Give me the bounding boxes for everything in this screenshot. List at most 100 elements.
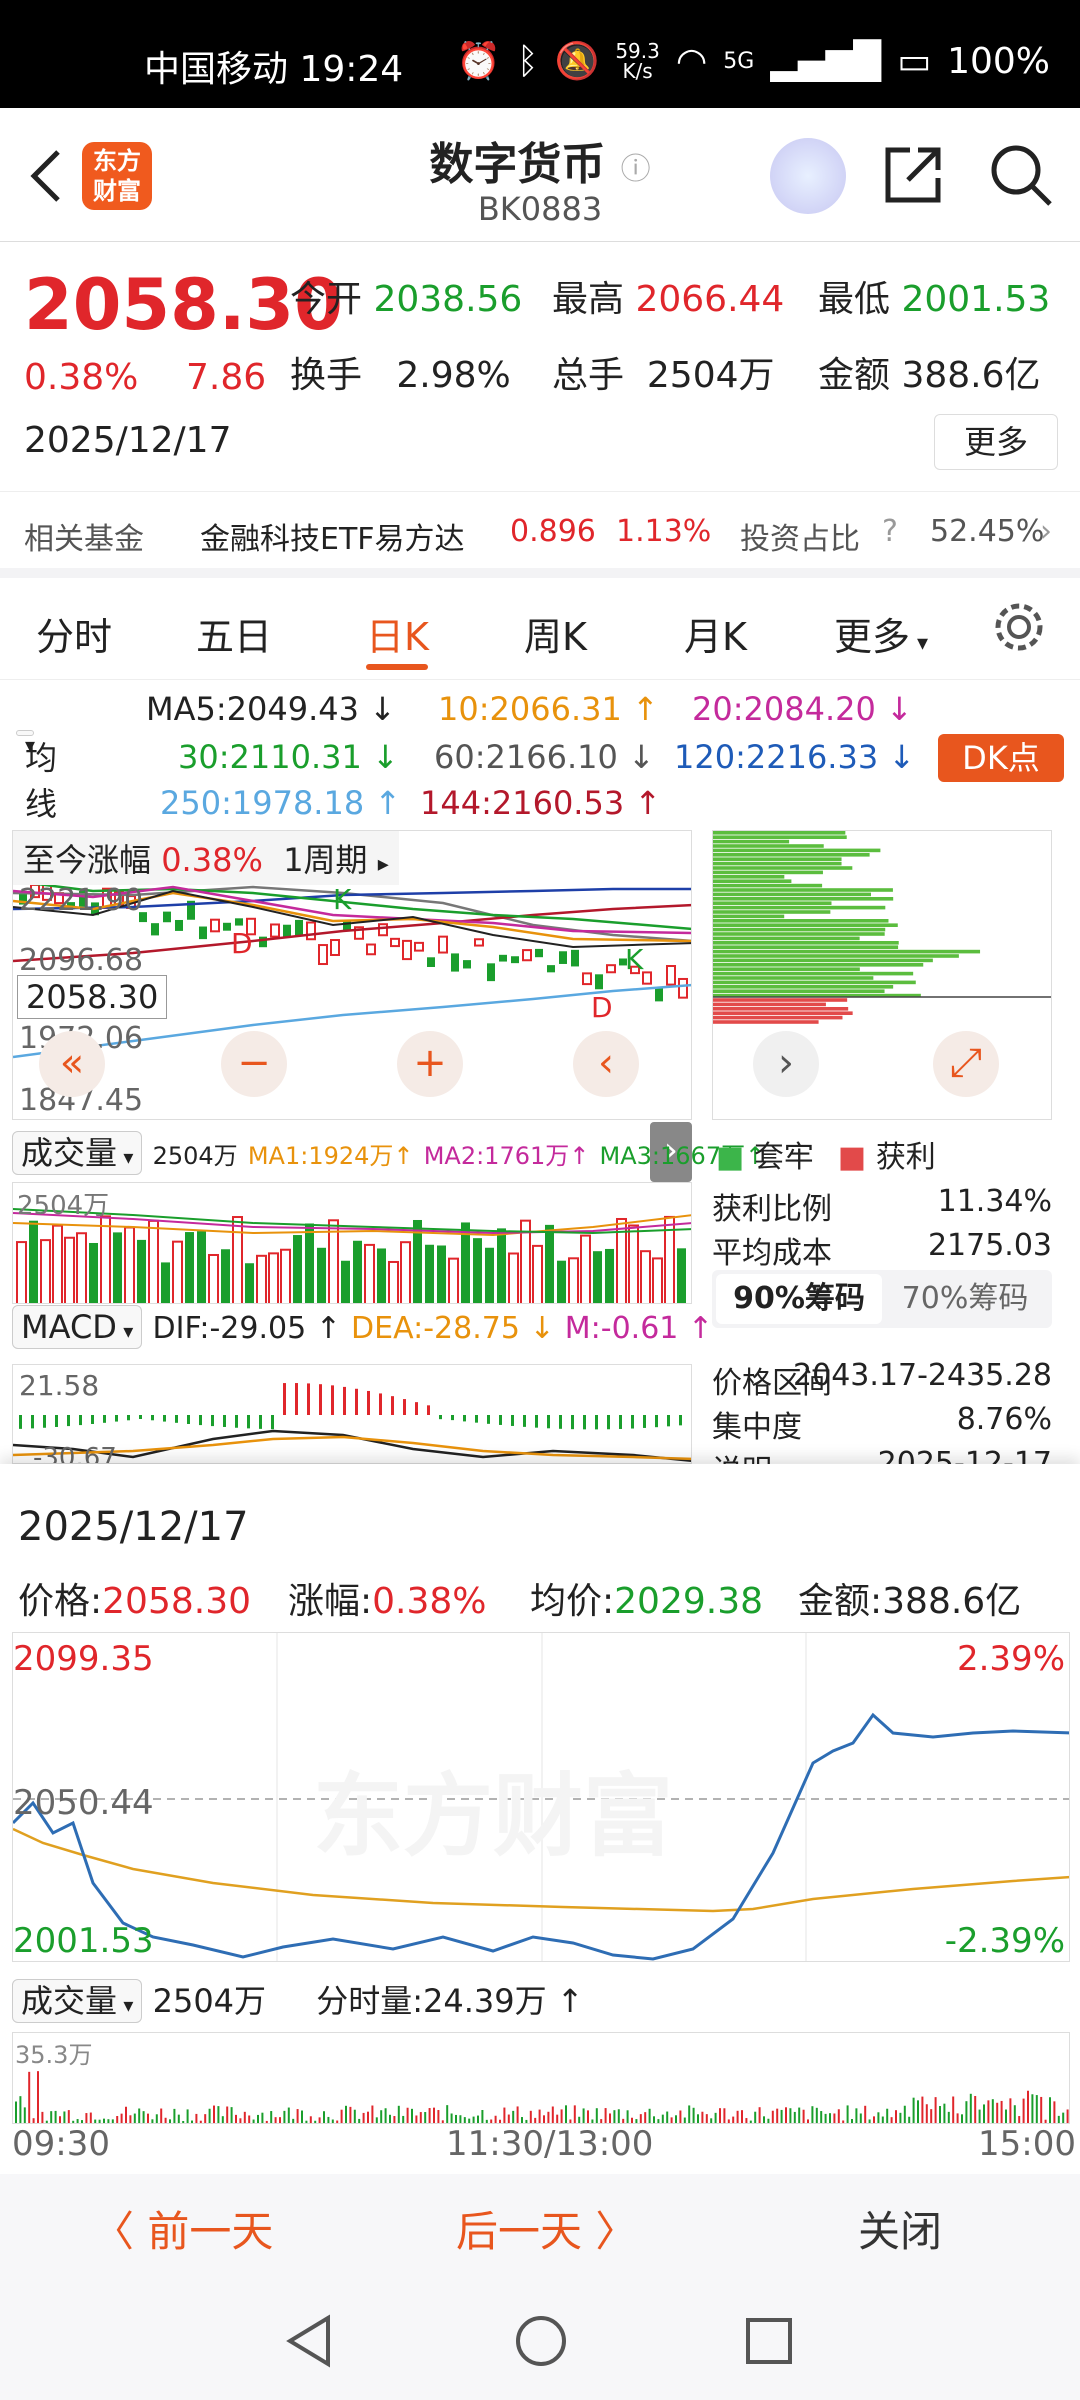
prev-day-button[interactable]: 〈 前一天 — [92, 2198, 273, 2259]
volume-selector-dropdown[interactable]: 成交量 ▾ — [12, 1131, 143, 1175]
intraday-volume-bar — [991, 2099, 994, 2123]
share-icon[interactable] — [882, 144, 944, 206]
volume-bar — [532, 1244, 543, 1303]
intraday-volume-bar — [811, 2106, 814, 2123]
macd-chart[interactable]: 21.58 -30.67 — [12, 1364, 692, 1464]
range-change-chip[interactable]: 至今涨幅 0.38% 1周期 ▸ — [13, 831, 399, 885]
macd-bar — [619, 1415, 622, 1429]
intraday-volume-bar — [424, 2112, 427, 2123]
ai-assistant-avatar[interactable] — [770, 138, 846, 214]
intraday-volume-bar — [54, 2110, 57, 2123]
macd-bar — [547, 1415, 550, 1429]
nav-recents-icon[interactable] — [744, 2316, 794, 2366]
related-fund-row[interactable]: 相关基金 金融科技ETF易方达 0.896 1.13% 投资占比 ? 52.45… — [0, 492, 1080, 578]
intraday-volume-bar — [961, 2114, 963, 2123]
more-button[interactable]: 更多 — [934, 414, 1058, 470]
nav-back-icon[interactable] — [284, 2314, 334, 2368]
volume-bar — [485, 1247, 494, 1303]
macd-selector-dropdown[interactable]: MACD ▾ — [12, 1305, 143, 1349]
scroll-left-button[interactable]: ‹ — [573, 1031, 639, 1097]
tab-chip-90[interactable]: 90%筹码 — [716, 1274, 882, 1324]
zoom-in-button[interactable]: + — [397, 1031, 463, 1097]
chip-bar — [713, 870, 823, 875]
intraday-volume-bar — [556, 2114, 559, 2123]
ma-selector-dropdown[interactable]: 均线 ▾ — [16, 730, 57, 823]
intraday-volume-row: 成交量 ▾ 2504万 分时量:24.39万 ↑ — [12, 1976, 584, 2023]
macd-bar — [391, 1396, 394, 1415]
macd-bar — [415, 1402, 418, 1415]
scroll-right-button[interactable]: › — [753, 1031, 819, 1097]
moving-average-legend: MA5:2049.43 ↓ 10:2066.31 ↑ 20:2084.20 ↓ … — [0, 680, 1080, 830]
macd-bar — [319, 1384, 322, 1415]
ma5-label: MA5:2049.43 ↓ — [146, 690, 396, 728]
zoom-out-button[interactable]: − — [221, 1031, 287, 1097]
volume-bar — [580, 1234, 591, 1303]
intraday-chart[interactable]: 东方财富 2099.35 2050.44 2001.53 2.39% -2.39… — [12, 1632, 1070, 1962]
volume-bar — [76, 1232, 87, 1303]
intraday-volume-bar — [120, 2113, 123, 2123]
macd-bar — [595, 1415, 598, 1430]
macd-bar — [667, 1415, 670, 1427]
candle — [463, 960, 471, 969]
intraday-volume-bar — [477, 2115, 479, 2123]
chip-bar — [713, 879, 792, 883]
quote-panel: 2058.30 0.38% 7.86 2025/12/17 今开 2038.56… — [0, 242, 1080, 492]
scroll-left-fast-button[interactable]: « — [39, 1031, 105, 1097]
tab-weekly-k[interactable]: 周K — [524, 606, 587, 661]
intraday-volume-bar — [402, 2115, 405, 2123]
info-icon[interactable]: ⓘ — [621, 152, 651, 187]
ma60-label: 60:2166.10 ↓ — [434, 738, 655, 776]
intraday-volume-bar — [908, 2116, 911, 2123]
intraday-volume-bar — [199, 2120, 202, 2123]
tab-more[interactable]: 更多 ▾ — [834, 606, 928, 661]
intraday-volume-bar — [732, 2116, 735, 2123]
ratio-value: 52.45% — [930, 514, 1045, 549]
intraday-volume-bar — [314, 2120, 317, 2123]
popup-date: 2025/12/17 — [18, 1504, 249, 1550]
time-end: 15:00 — [978, 2124, 1076, 2164]
intraday-volume-bar — [683, 2117, 686, 2123]
nav-home-icon[interactable] — [514, 2314, 568, 2368]
search-icon[interactable] — [988, 142, 1054, 208]
next-day-button[interactable]: 后一天 〉 — [456, 2198, 637, 2259]
volume-bar — [568, 1257, 579, 1303]
turnover-field: 换手 2.98% — [290, 355, 511, 396]
dk-point-button[interactable]: DK点 — [938, 734, 1064, 782]
intraday-volume-bar — [521, 2117, 523, 2123]
close-button[interactable]: 关闭 — [858, 2198, 942, 2259]
tab-intraday[interactable]: 分时 — [36, 606, 112, 661]
chip-distribution-chart[interactable]: › ⤢ — [712, 830, 1052, 1120]
candle — [487, 963, 495, 982]
fund-pct: 1.13% — [616, 514, 712, 549]
intraday-volume-bar — [186, 2109, 189, 2123]
price-range-row: 价格区间 2043.17-2435.28 — [712, 1358, 1052, 1401]
intraday-volume-bar — [345, 2105, 347, 2123]
intraday-volume-bar — [921, 2096, 924, 2123]
intraday-volume-bar — [1031, 2094, 1034, 2123]
tab-daily-k[interactable]: 日K — [366, 606, 429, 661]
macd-indicator-row: MACD ▾ DIF:-29.05 ↑ DEA:-28.75 ↓ M:-0.61… — [12, 1305, 713, 1349]
intraday-volume-bar — [705, 2114, 708, 2123]
tab-chip-70[interactable]: 70%筹码 — [882, 1274, 1048, 1324]
intraday-volume-bar — [318, 2117, 321, 2123]
macd-bar — [559, 1415, 562, 1429]
macd-bar — [235, 1415, 238, 1428]
kline-chart[interactable]: 至今涨幅 0.38% 1周期 ▸ 2221.90 2096.68 1972.06… — [12, 830, 692, 1120]
help-icon[interactable]: ? — [882, 514, 898, 549]
volume-bar — [64, 1236, 75, 1303]
tab-five-day[interactable]: 五日 — [196, 606, 272, 661]
intraday-volume-bar — [741, 2110, 743, 2123]
volume-bar — [172, 1240, 183, 1303]
intraday-volume-chart[interactable]: 35.3万 — [12, 2032, 1070, 2124]
expand-icon[interactable]: ⤢ — [933, 1031, 999, 1097]
volume-chart[interactable]: 2504万 — [12, 1182, 692, 1304]
intraday-volume-bar — [776, 2108, 779, 2123]
intraday-volume-dropdown[interactable]: 成交量 ▾ — [12, 1979, 143, 2023]
gear-icon[interactable] — [990, 598, 1048, 656]
intraday-volume-bar — [173, 2108, 176, 2123]
chip-bar — [713, 835, 847, 839]
tab-monthly-k[interactable]: 月K — [684, 606, 747, 661]
intraday-volume-bar — [868, 2119, 871, 2123]
kline-ylabel-2: 2096.68 — [19, 943, 144, 978]
intraday-volume-bar — [639, 2114, 642, 2123]
